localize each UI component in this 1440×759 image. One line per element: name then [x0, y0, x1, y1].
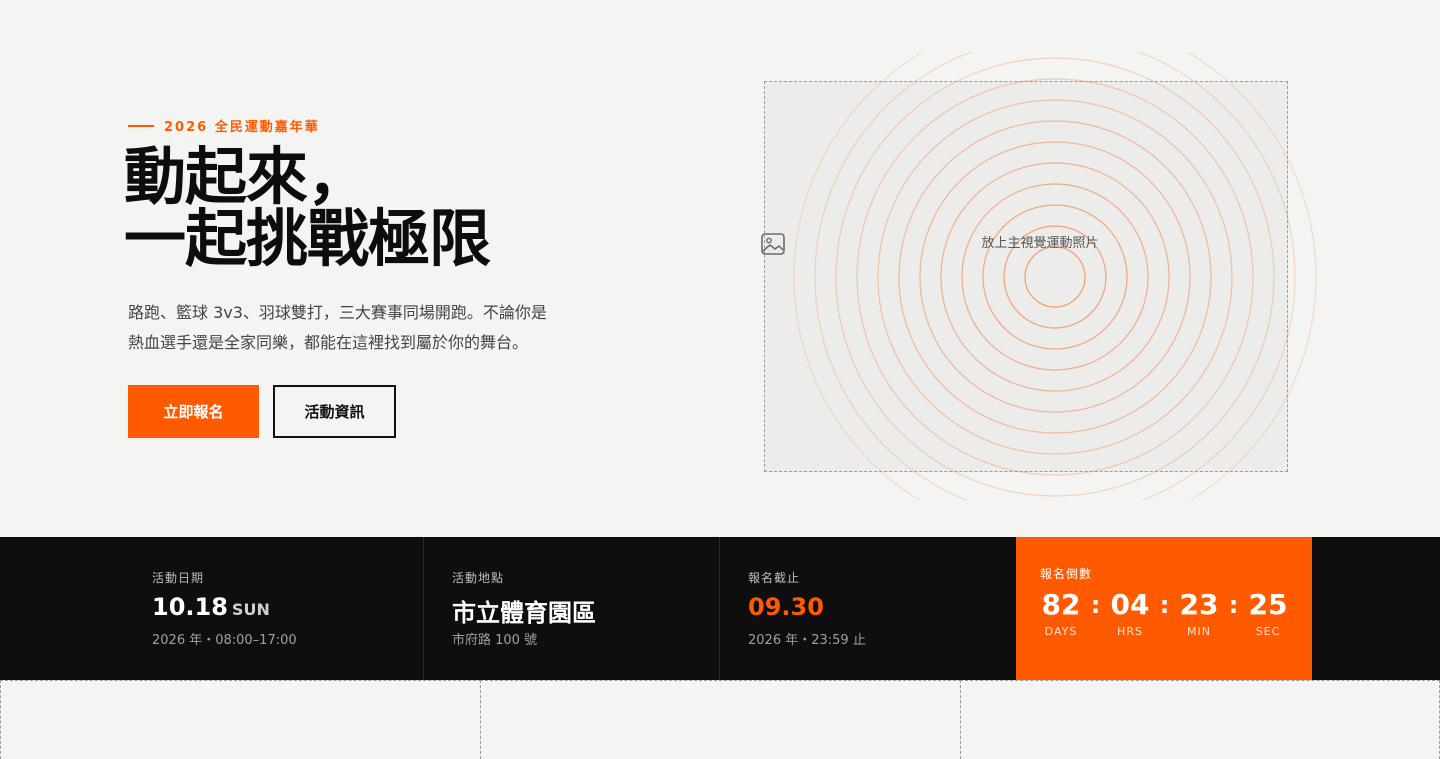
- decorative-ring: [835, 57, 1275, 497]
- eyebrow-dash: [128, 124, 154, 127]
- registration-deadline-cell: 報名截止 09.30 2026 年・23:59 止: [720, 537, 1016, 680]
- countdown-seconds-caption: SEC: [1255, 625, 1281, 638]
- countdown-hours-value: 04: [1110, 588, 1150, 621]
- feature-card-placeholder: [960, 680, 1440, 759]
- feature-card-placeholder: [0, 680, 481, 759]
- image-placeholder-label: 放上主視覺運動照片: [760, 232, 1320, 255]
- decorative-ring: [856, 78, 1254, 476]
- event-date-label: 活動日期: [152, 571, 205, 585]
- decorative-ring: [877, 99, 1233, 455]
- headline-line-2: 一起挑戰極限: [124, 202, 491, 275]
- deadline-value: 09.30: [748, 593, 824, 621]
- register-now-button[interactable]: 立即報名: [128, 385, 259, 438]
- feature-cards: [0, 680, 1440, 759]
- lede-line-1: 路跑、籃球 3v3、羽球雙打，三大賽事同場開跑。不論你是: [128, 303, 547, 322]
- countdown-minutes-caption: MIN: [1187, 625, 1211, 638]
- countdown-days-caption: DAYS: [1044, 625, 1078, 638]
- countdown-seconds: 25 SEC: [1247, 588, 1289, 639]
- decorative-ring: [898, 120, 1212, 434]
- decorative-ring: [940, 162, 1170, 392]
- hero-visual: 放上主視覺運動照片: [760, 52, 1320, 500]
- event-venue-cell: 活動地點 市立體育園區 市府路 100 號: [424, 537, 720, 680]
- countdown-separator: :: [1090, 591, 1101, 619]
- countdown-label: 報名倒數: [1040, 567, 1093, 581]
- feature-card-placeholder: [480, 680, 961, 759]
- countdown-separator: :: [1228, 591, 1239, 619]
- image-icon: [761, 233, 785, 255]
- countdown-hours: 04 HRS: [1109, 588, 1151, 639]
- eyebrow-text: 2026 全民運動嘉年華: [164, 120, 320, 135]
- deadline-label: 報名截止: [748, 571, 801, 585]
- image-placeholder-text: 放上主視覺運動照片: [981, 236, 1099, 251]
- event-venue-value: 市立體育園區: [452, 599, 596, 627]
- event-info-button[interactable]: 活動資訊: [273, 385, 396, 438]
- headline-line-1: 動起來，: [124, 140, 369, 213]
- event-date-cell: 活動日期 10.18 SUN 2026 年・08:00–17:00: [124, 537, 424, 680]
- hero-headline: 動起來， 一起挑戰極限: [124, 140, 491, 275]
- event-date-number: 10.18: [152, 593, 228, 621]
- countdown-units: 82 DAYS : 04 HRS : 23 MIN : 25 SEC: [1040, 588, 1300, 639]
- event-date-value: 10.18 SUN: [152, 593, 270, 621]
- countdown-separator: :: [1159, 591, 1170, 619]
- deadline-detail: 2026 年・23:59 止: [748, 633, 866, 648]
- event-date-detail: 2026 年・08:00–17:00: [152, 633, 297, 648]
- countdown-minutes-value: 23: [1179, 588, 1219, 621]
- event-info-bar: 活動日期 10.18 SUN 2026 年・08:00–17:00 活動地點 市立…: [0, 537, 1440, 680]
- hero-lede: 路跑、籃球 3v3、羽球雙打，三大賽事同場開跑。不論你是 熱血選手還是全家同樂，…: [128, 298, 588, 358]
- decorative-ring: [1024, 246, 1086, 308]
- countdown-seconds-value: 25: [1248, 588, 1288, 621]
- decorative-ring: [919, 141, 1191, 413]
- event-venue-label: 活動地點: [452, 571, 505, 585]
- countdown-days-value: 82: [1041, 588, 1081, 621]
- event-venue-detail: 市府路 100 號: [452, 633, 538, 648]
- lede-line-2: 熱血選手還是全家同樂，都能在這裡找到屬於你的舞台。: [128, 333, 529, 352]
- event-date-weekday: SUN: [231, 600, 270, 619]
- registration-countdown: 報名倒數 82 DAYS : 04 HRS : 23 MIN : 25 SEC: [1016, 537, 1312, 680]
- concentric-rings-decoration: [793, 52, 1317, 500]
- countdown-days: 82 DAYS: [1040, 588, 1082, 639]
- countdown-hours-caption: HRS: [1117, 625, 1143, 638]
- hero-section: 2026 全民運動嘉年華 動起來， 一起挑戰極限 路跑、籃球 3v3、羽球雙打，…: [0, 0, 1440, 537]
- countdown-minutes: 23 MIN: [1178, 588, 1220, 639]
- hero-eyebrow: 2026 全民運動嘉年華: [128, 116, 320, 135]
- decorative-ring: [961, 183, 1149, 371]
